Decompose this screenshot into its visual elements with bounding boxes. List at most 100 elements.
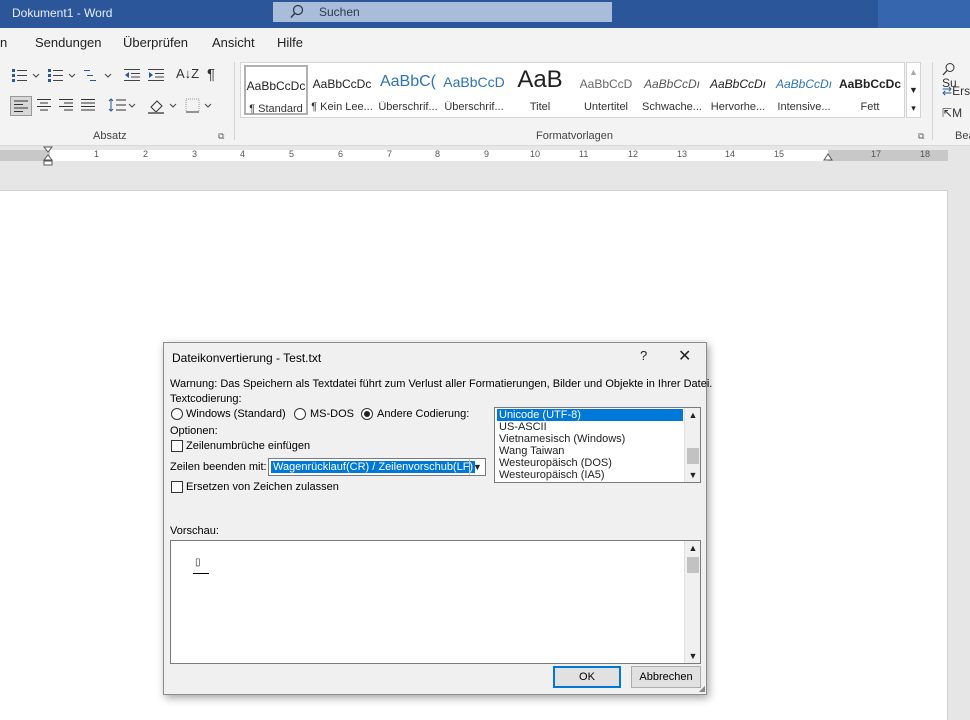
- style-standard[interactable]: AaBbCcDc ¶ Standard: [244, 65, 308, 115]
- style-schwache-hervorhebung[interactable]: AaBbCcDı Schwache...: [640, 65, 704, 115]
- align-center-icon[interactable]: [36, 98, 52, 115]
- radio-msdos[interactable]: [294, 408, 306, 420]
- radio-windows-label[interactable]: Windows (Standard): [186, 408, 286, 420]
- checkbox-allow-char-replace[interactable]: [171, 481, 183, 493]
- resize-grip-icon[interactable]: ◢: [699, 684, 705, 693]
- tab-sendungen[interactable]: Sendungen: [35, 35, 102, 50]
- style-hervorhebung[interactable]: AaBbCcDı Hervorhe...: [706, 65, 770, 115]
- style-name: Titel: [529, 101, 551, 113]
- tab-hilfe[interactable]: Hilfe: [277, 35, 303, 50]
- encoding-option[interactable]: US-ASCII: [497, 421, 683, 433]
- document-title: Dokument1 - Word: [12, 6, 113, 20]
- help-button[interactable]: ?: [640, 348, 647, 363]
- scroll-thumb[interactable]: [687, 557, 699, 573]
- preview-cursor-underline: [193, 573, 209, 574]
- ruler-number: 3: [192, 149, 198, 159]
- align-right-icon[interactable]: [58, 98, 74, 115]
- scroll-down-icon[interactable]: ▼: [685, 468, 700, 482]
- absatz-dialog-launcher-icon[interactable]: ⧉: [218, 131, 224, 142]
- style-preview: AaBbC(: [379, 73, 437, 90]
- close-icon[interactable]: ✕: [678, 346, 691, 366]
- checkbox-insert-linebreaks[interactable]: [171, 440, 183, 452]
- style-preview: AaBbCcDc: [246, 79, 306, 93]
- scroll-up-icon[interactable]: ▲: [685, 541, 701, 555]
- styles-dialog-launcher-icon[interactable]: ⧉: [918, 131, 924, 142]
- ribbon: A↓Z ¶ Absatz ⧉ AaBbCcDc ¶ Standard AaBbC…: [0, 56, 970, 146]
- replace-icon: ⇄: [942, 84, 953, 98]
- right-indent-marker-icon[interactable]: [823, 153, 833, 163]
- style-untertitel[interactable]: AaBbCcD Untertitel: [574, 65, 638, 115]
- line-spacing-icon[interactable]: [108, 98, 136, 115]
- increase-indent-icon[interactable]: [148, 68, 164, 85]
- style-preview: AaBbCcD: [579, 77, 633, 91]
- replace-ribbon-button[interactable]: ⇄Ers: [942, 84, 970, 98]
- group-separator: [932, 62, 933, 140]
- justify-icon[interactable]: [80, 98, 96, 115]
- group-label-bearbeiten: Bea: [955, 130, 970, 142]
- account-area[interactable]: [878, 0, 970, 28]
- encoding-option[interactable]: Vietnamesisch (Windows): [497, 433, 683, 445]
- encoding-option[interactable]: Westeuropäisch (IA5): [497, 469, 683, 481]
- style-preview: AaBbCcDc: [312, 77, 372, 91]
- align-left-icon[interactable]: [10, 96, 32, 116]
- horizontal-ruler[interactable]: 1 2 3 4 5 6 7 8 9 10 11 12 13 14 15 17 1…: [0, 146, 970, 166]
- tab-ueberpruefen[interactable]: Überprüfen: [123, 35, 188, 50]
- style-preview: AaB: [517, 66, 563, 93]
- tab-partial[interactable]: n: [0, 35, 7, 50]
- radio-other-encoding-label[interactable]: Andere Codierung:: [377, 408, 469, 420]
- style-fett[interactable]: AaBbCcDc Fett: [838, 65, 902, 115]
- scroll-down-icon[interactable]: ▼: [685, 649, 701, 663]
- styles-gallery: AaBbCcDc ¶ Standard AaBbCcDc ¶ Kein Lee.…: [240, 62, 905, 118]
- styles-gallery-scroll[interactable]: ▲ ▼ ▾: [906, 62, 921, 118]
- radio-msdos-label[interactable]: MS-DOS: [310, 408, 354, 420]
- ok-button[interactable]: OK: [553, 666, 621, 688]
- left-indent-marker-icon[interactable]: [43, 146, 53, 166]
- bullets-icon[interactable]: [12, 68, 40, 85]
- search-box[interactable]: Suchen: [273, 2, 612, 22]
- tab-ansicht[interactable]: Ansicht: [212, 35, 255, 50]
- borders-icon[interactable]: [185, 98, 215, 117]
- pilcrow-icon[interactable]: ¶: [207, 66, 215, 83]
- ruler-number: 18: [920, 149, 931, 159]
- radio-windows[interactable]: [171, 408, 183, 420]
- encoding-option[interactable]: Westeuropäisch (DOS): [497, 457, 683, 469]
- line-end-label: Zeilen beenden mit:: [170, 461, 267, 473]
- cursor-icon: ⇱: [942, 106, 953, 120]
- more-styles-icon[interactable]: ▾: [907, 99, 920, 117]
- checkbox-insert-linebreaks-label[interactable]: Zeilenumbrüche einfügen: [186, 440, 310, 452]
- encoding-scrollbar[interactable]: ▲ ▼: [684, 408, 700, 482]
- style-ueberschrift-1[interactable]: AaBbC( Überschrif...: [376, 65, 440, 115]
- checkbox-allow-char-replace-label[interactable]: Ersetzen von Zeichen zulassen: [186, 481, 339, 493]
- style-kein-leerraum[interactable]: AaBbCcDc ¶ Kein Lee...: [310, 65, 374, 115]
- group-separator: [234, 62, 235, 140]
- preview-scrollbar[interactable]: ▲ ▼: [684, 541, 700, 663]
- select-ribbon-button[interactable]: ⇱M: [942, 106, 962, 120]
- line-end-dropdown[interactable]: Wagenrücklauf(CR) / Zeilenvorschub(LF) ▼: [268, 458, 486, 476]
- options-label: Optionen:: [170, 425, 218, 437]
- title-bar: Dokument1 - Word Suchen: [0, 0, 970, 28]
- scroll-down-icon[interactable]: ▼: [907, 81, 920, 99]
- scroll-up-icon[interactable]: ▲: [907, 63, 920, 81]
- encoding-option[interactable]: Wang Taiwan: [497, 445, 683, 457]
- style-preview: AaBbCcDı: [643, 77, 701, 91]
- chevron-down-icon[interactable]: ▼: [469, 459, 485, 475]
- style-titel[interactable]: AaB Titel: [508, 65, 572, 115]
- style-intensive-hervorhebung[interactable]: AaBbCcDı Intensive...: [772, 65, 836, 115]
- decrease-indent-icon[interactable]: [124, 68, 140, 85]
- preview-box[interactable]: ▯ ▲ ▼: [170, 540, 701, 664]
- encoding-option[interactable]: Unicode (UTF-8): [497, 409, 683, 421]
- shading-icon[interactable]: [148, 98, 178, 117]
- encoding-listbox[interactable]: Unicode (UTF-8) US-ASCII Vietnamesisch (…: [494, 407, 701, 483]
- scroll-thumb[interactable]: [687, 448, 699, 464]
- multilevel-list-icon[interactable]: [84, 68, 112, 85]
- radio-other-encoding[interactable]: [361, 408, 373, 420]
- numbering-icon[interactable]: [48, 68, 76, 85]
- preview-label: Vorschau:: [170, 525, 219, 537]
- style-ueberschrift-2[interactable]: AaBbCcD Überschrif...: [442, 65, 506, 115]
- select-ribbon-label: M: [952, 106, 963, 120]
- cancel-button[interactable]: Abbrechen: [631, 666, 701, 688]
- sort-icon[interactable]: A↓Z: [176, 66, 199, 81]
- ruler-number: 15: [774, 149, 785, 159]
- scroll-up-icon[interactable]: ▲: [685, 408, 700, 422]
- dialog-title: Dateikonvertierung - Test.txt: [172, 351, 322, 365]
